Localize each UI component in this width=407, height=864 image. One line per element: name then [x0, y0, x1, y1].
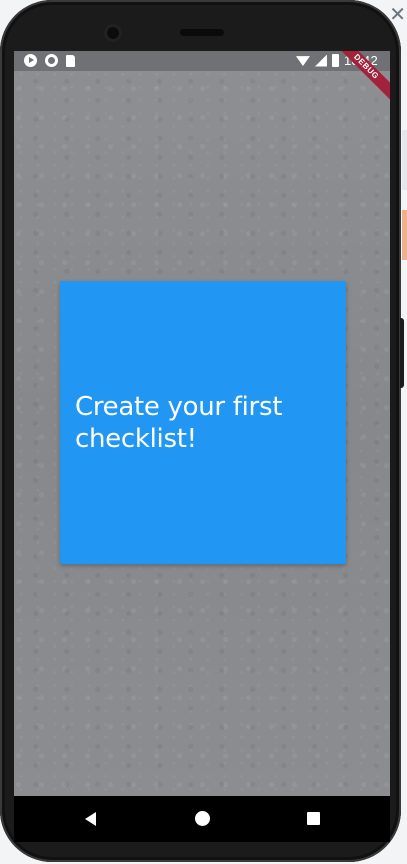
app-screen: 18:42 DEBUG Create your first checklist! — [14, 51, 390, 796]
power-button — [400, 318, 404, 388]
back-icon[interactable] — [85, 812, 96, 826]
empty-state-message: Create your first checklist! — [75, 392, 283, 454]
home-icon[interactable] — [195, 811, 210, 826]
wifi-icon — [295, 56, 310, 66]
front-camera — [104, 24, 122, 42]
host-side-strip-accent — [402, 210, 407, 260]
empty-state-card[interactable]: Create your first checklist! — [60, 281, 346, 564]
status-bar: 18:42 — [14, 51, 390, 71]
status-left-icons — [24, 54, 75, 67]
earpiece-speaker — [180, 29, 224, 36]
play-store-icon — [24, 54, 37, 67]
navigation-bar — [14, 796, 390, 842]
battery-icon — [331, 54, 339, 67]
recents-icon[interactable] — [307, 812, 320, 825]
sd-card-icon — [66, 54, 75, 67]
phone-frame: 18:42 DEBUG Create your first checklist! — [0, 0, 401, 862]
host-side-strip — [402, 130, 407, 190]
signal-icon — [314, 54, 327, 67]
circle-icon — [45, 54, 58, 67]
